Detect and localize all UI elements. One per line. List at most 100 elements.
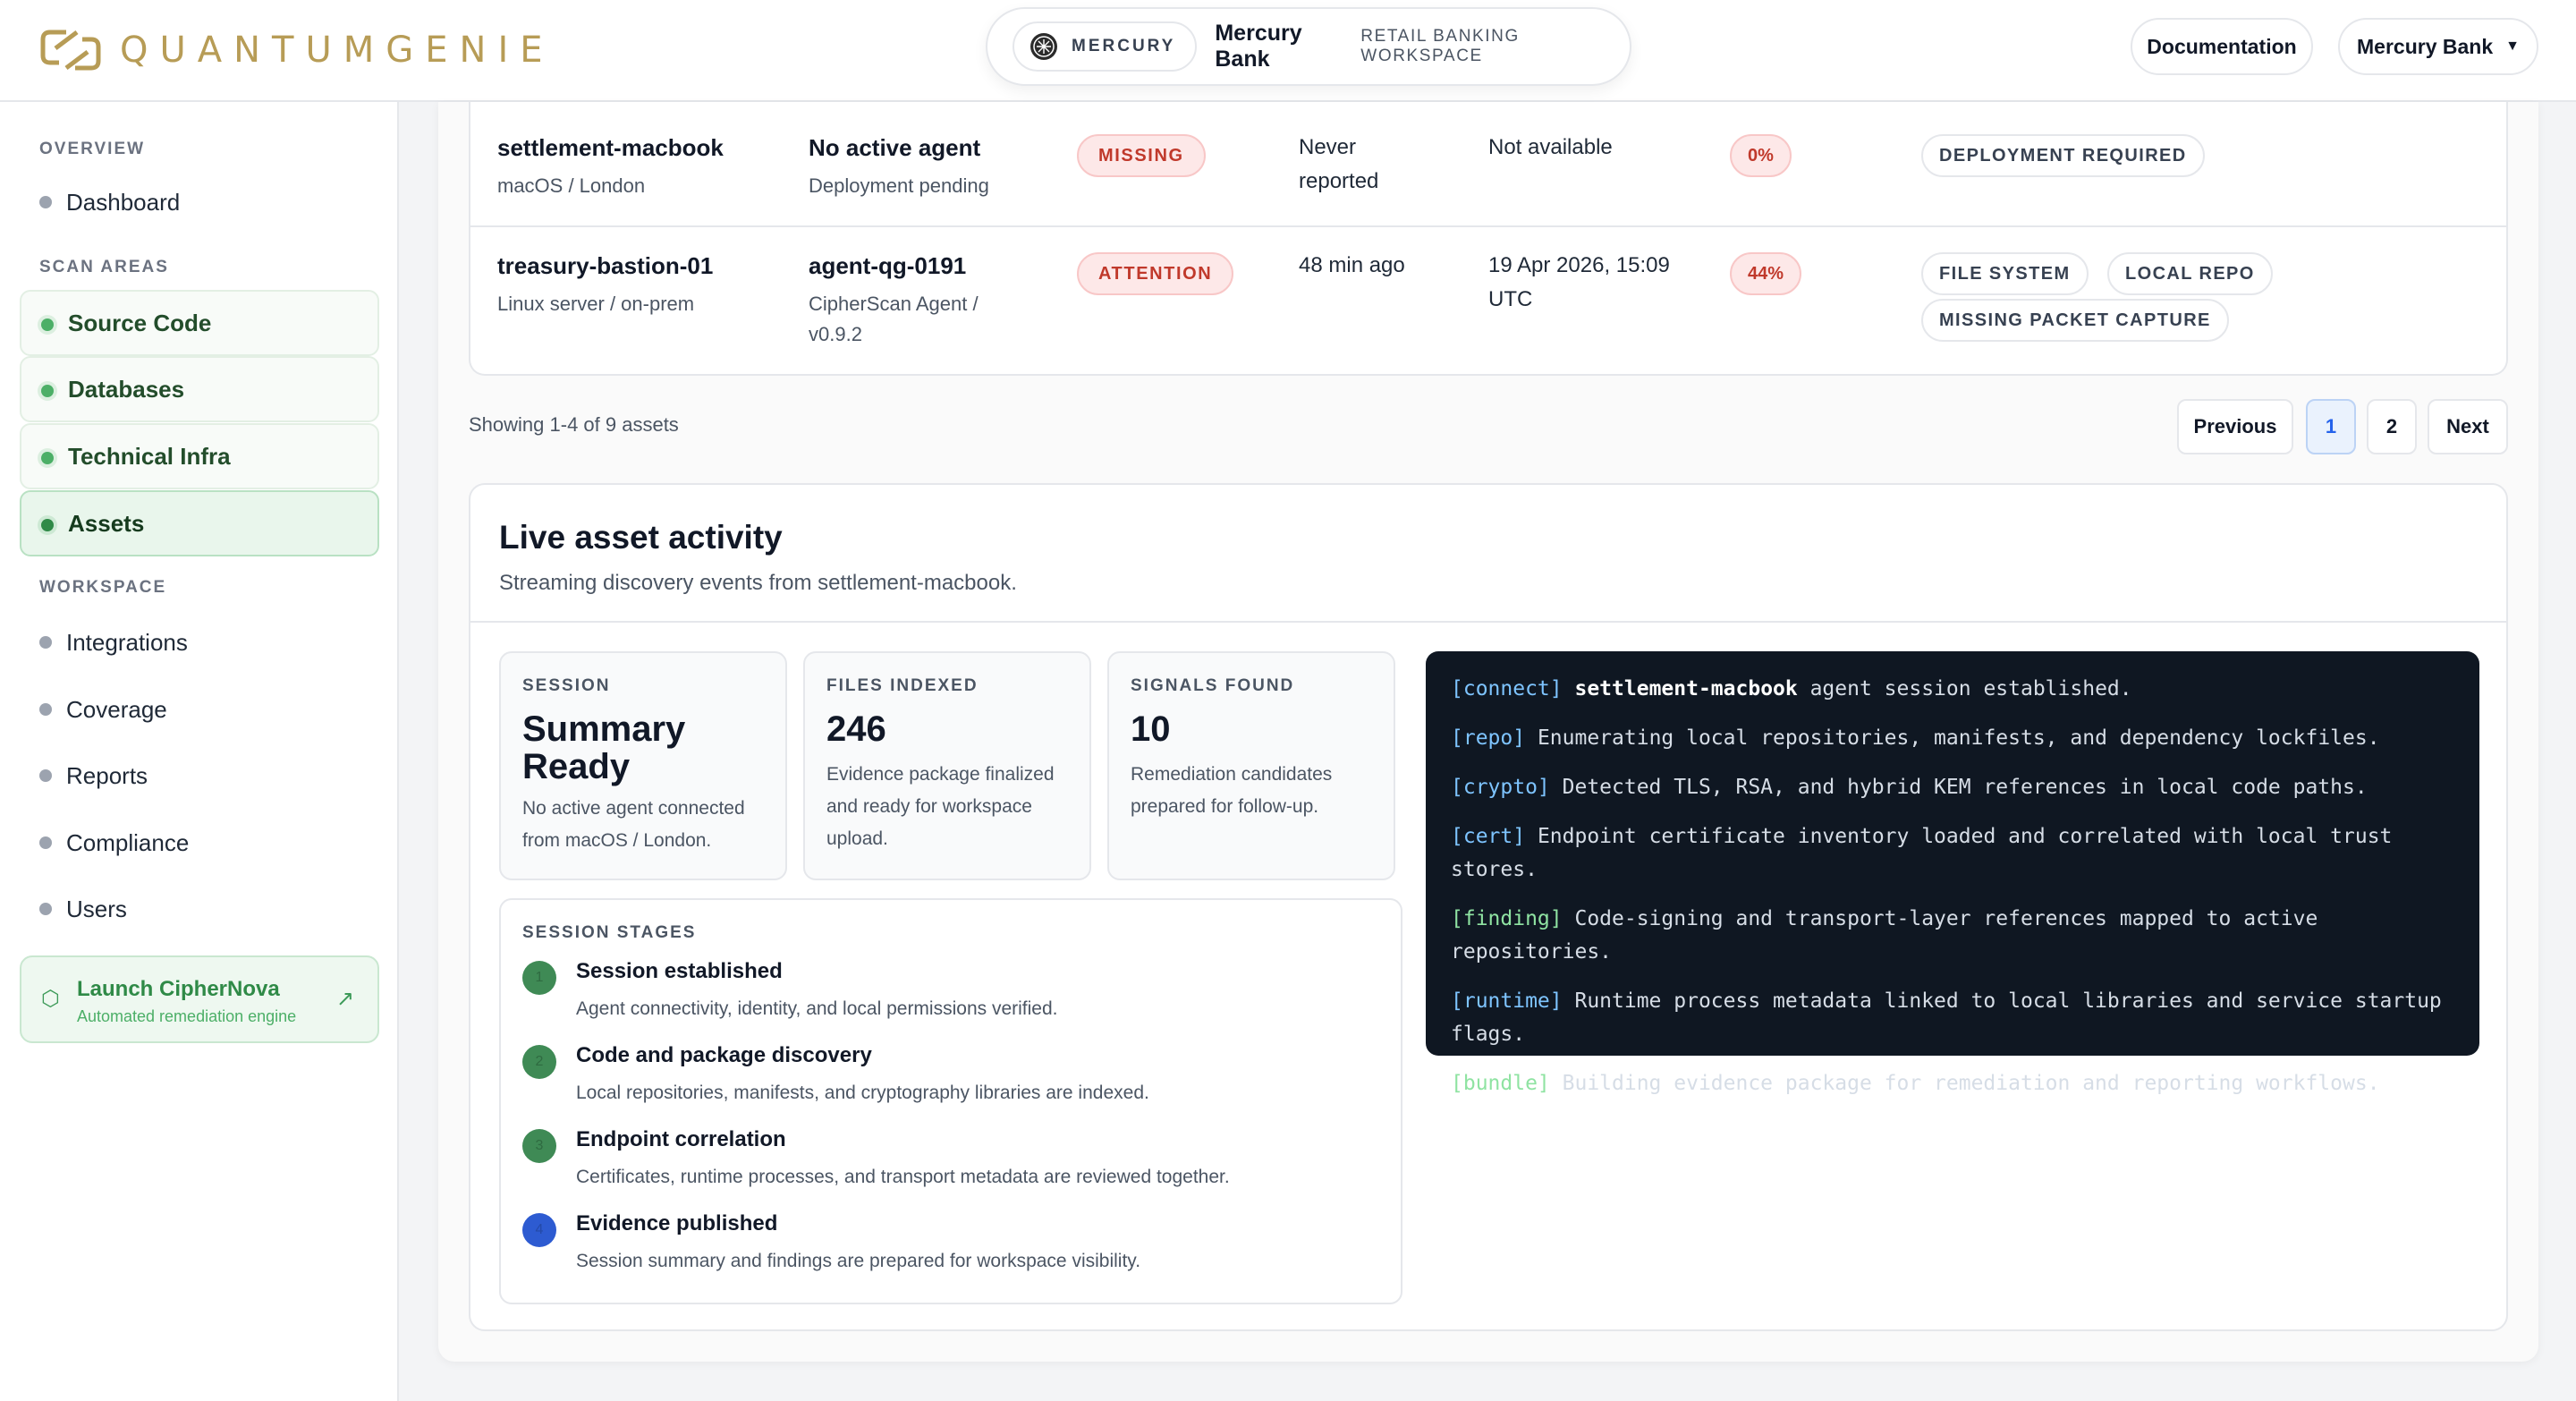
workspace-switcher[interactable]: MERCURY Mercury Bank RETAIL BANKING WORK… [986,7,1631,86]
stat-description: Evidence package finalized and ready for… [826,764,1055,849]
bank-badge-label: MERCURY [1072,37,1176,55]
table-row[interactable]: settlement-macbook macOS / London No act… [470,102,2506,227]
sidebar-item-label: Dashboard [66,188,181,216]
arrow-up-right-icon: ↗ [335,987,354,1011]
section-overview: OVERVIEW [39,140,146,158]
divider [470,621,2506,623]
stage-title: Code and package discovery [576,1043,872,1067]
top-bar: QUANTUMGENIE MERCURY Mercury Bank RETAIL… [0,0,2576,102]
brand-name: QUANTUMGENIE [120,30,555,71]
brand-logo[interactable]: QUANTUMGENIE [39,23,555,77]
section-workspace: WORKSPACE [39,578,167,597]
asset-platform: macOS / London [497,174,646,197]
stage-title: Evidence published [576,1211,778,1235]
log-tag: [finding] [1451,907,1563,930]
bullet-icon [39,769,52,782]
stage-number-badge: 3 [522,1129,556,1163]
session-stat-card: SESSION Summary Ready No active agent co… [499,651,787,880]
account-label: Mercury Bank [2357,34,2494,58]
sidebar-item-label: Databases [68,375,185,403]
page-number: 1 [2325,415,2337,437]
log-text: agent session established. [1797,677,2132,700]
agent-cell: No active agent Deployment pending [809,134,989,201]
last-seen: 48 min ago [1299,253,1405,277]
page-2-button[interactable]: 2 [2367,399,2417,454]
activity-title: Live asset activity [499,519,783,556]
coverage-cell: 44% [1730,252,1802,295]
bank-badge: MERCURY [1013,21,1198,72]
page-1-button[interactable]: 1 [2306,399,2356,454]
asset-name: settlement-macbook [497,134,724,161]
bullet-icon [39,196,52,208]
log-text: Enumerating local repositories, manifest… [1525,726,2380,750]
sidebar-item-compliance[interactable]: Compliance [20,810,379,876]
documentation-button[interactable]: Documentation [2131,18,2313,75]
pagination-summary: Showing 1-4 of 9 assets [469,413,679,436]
stage-description: Session summary and findings are prepare… [576,1251,1141,1271]
stat-value: Summary Ready [522,709,686,786]
agent-name: No active agent [809,134,981,161]
stat-label: SIGNALS FOUND [1131,676,1295,695]
bullet-icon [39,836,52,849]
status-badge: MISSING [1077,134,1206,177]
launch-title: Launch CipherNova [77,977,280,1001]
bullet-icon [39,636,52,649]
account-menu-button[interactable]: Mercury Bank ▼ [2338,18,2538,75]
qg-logo-icon [40,30,101,71]
page-number: 2 [2385,415,2398,437]
sidebar-item-dashboard[interactable]: Dashboard [20,169,379,235]
files-indexed-stat-card: FILES INDEXED 246 Evidence package final… [803,651,1091,880]
sidebar-item-source-code[interactable]: Source Code [20,290,379,356]
tag-chip: FILE SYSTEM [1921,252,2089,295]
sidebar-item-label: Coverage [66,695,167,723]
launch-ciphernova-button[interactable]: ⬡ Launch CipherNova Automated remediatio… [20,955,379,1043]
mercury-logo-icon [1030,33,1057,60]
previous-label: Previous [2193,415,2277,437]
status-dot-icon [41,452,54,464]
log-line: [bundle] Building evidence package for r… [1451,1067,2454,1100]
asset-name-cell: settlement-macbook macOS / London [497,134,724,201]
sidebar-item-integrations[interactable]: Integrations [20,609,379,675]
stage-title: Endpoint correlation [576,1127,786,1151]
sidebar-item-reports[interactable]: Reports [20,743,379,809]
sidebar-item-technical-infra[interactable]: Technical Infra [20,423,379,489]
chevron-down-icon: ▼ [2505,38,2520,54]
asset-platform: Linux server / on-prem [497,293,695,315]
sidebar-item-coverage[interactable]: Coverage [20,676,379,743]
log-text: Endpoint certificate inventory loaded an… [1451,825,2393,881]
log-text: Detected TLS, RSA, and hybrid KEM refere… [1549,776,2368,799]
previous-page-button[interactable]: Previous [2177,399,2293,454]
stage-description: Local repositories, manifests, and crypt… [576,1083,1149,1103]
sidebar-item-label: Technical Infra [68,442,231,470]
stages-label: SESSION STAGES [522,923,697,942]
workspace-name: Mercury Bank [1215,21,1302,72]
agent-detail: CipherScan Agent / v0.9.2 [809,293,979,345]
sidebar-item-label: Source Code [68,309,212,336]
log-line: [connect] settlement-macbook agent sessi… [1451,673,2454,706]
coverage-badge: 44% [1730,252,1802,295]
assets-main-panel: settlement-macbook macOS / London No act… [438,102,2538,1362]
asset-table: settlement-macbook macOS / London No act… [469,102,2508,376]
log-tag: [crypto] [1451,776,1550,799]
stat-description: Remediation candidates prepared for foll… [1131,764,1333,817]
tag-chip: LOCAL REPO [2107,252,2273,295]
table-row[interactable]: treasury-bastion-01 Linux server / on-pr… [470,227,2506,374]
activity-log-terminal[interactable]: [connect] settlement-macbook agent sessi… [1426,651,2479,1095]
sidebar-item-label: Assets [68,509,145,537]
sidebar: OVERVIEW Dashboard SCAN AREAS Source Cod… [0,102,399,1401]
next-page-button[interactable]: Next [2428,399,2508,454]
sidebar-item-users[interactable]: Users [20,876,379,942]
sidebar-item-label: Compliance [66,828,190,856]
status-cell: ATTENTION [1077,252,1234,295]
sidebar-item-assets[interactable]: Assets [20,490,379,556]
asset-name-cell: treasury-bastion-01 Linux server / on-pr… [497,252,713,319]
hexagon-icon: ⬡ [41,987,60,1011]
sidebar-item-databases[interactable]: Databases [20,356,379,422]
documentation-label: Documentation [2147,34,2297,58]
tag-chip: MISSING PACKET CAPTURE [1921,299,2229,342]
log-line: [finding] Code-signing and transport-lay… [1451,903,2454,969]
sidebar-item-label: Users [66,895,127,922]
section-scan-areas: SCAN AREAS [39,258,169,276]
sidebar-item-label: Reports [66,761,148,789]
stage-description: Agent connectivity, identity, and local … [576,998,1058,1019]
